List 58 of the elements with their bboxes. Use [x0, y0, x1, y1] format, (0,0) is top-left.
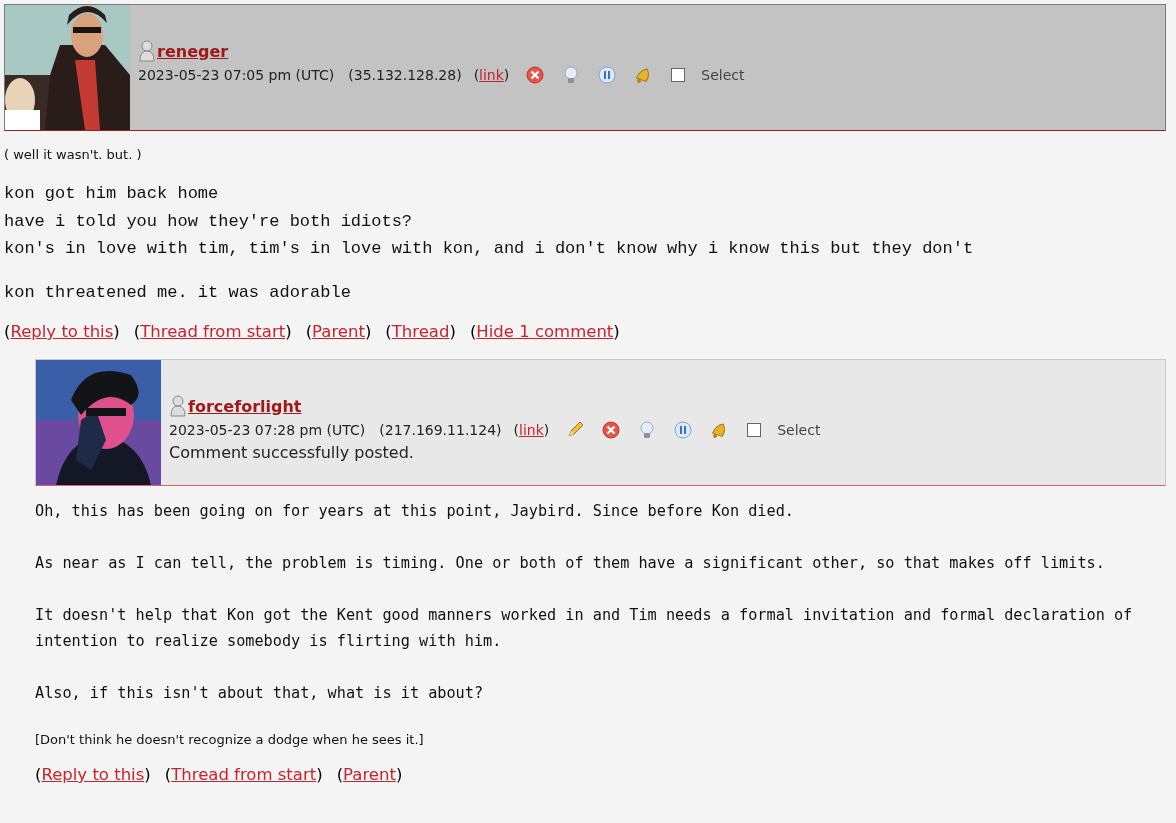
- select-checkbox[interactable]: [671, 68, 686, 82]
- comment-line: have i told you how they're both idiots?: [4, 210, 414, 233]
- comment-line: kon threatened me. it was adorable: [4, 281, 352, 304]
- select-label: Select: [777, 422, 821, 438]
- parenthesis: (: [35, 765, 42, 784]
- link[interactable]: link: [519, 422, 544, 438]
- parenthesis: ): [113, 322, 120, 341]
- parenthesis: (: [473, 67, 480, 83]
- link[interactable]: Reply to this: [10, 322, 114, 341]
- parenthesis: ): [364, 322, 372, 341]
- username-link[interactable]: reneger: [157, 41, 229, 61]
- comment-paragraph: It doesn't help that Kon got the Kent good manners worked in and Tim needs a formal invitation and formal declaration of intention to realize somebody is flirting with him.: [35, 605, 1134, 652]
- comment-paragraph: Oh, this has been going on for years at this point, Jaybird. Since before Kon died.: [35, 501, 795, 522]
- link[interactable]: Reply to this: [41, 765, 145, 784]
- delete-icon[interactable]: [601, 420, 622, 440]
- parenthesis: (: [4, 322, 11, 341]
- select-checkbox[interactable]: [747, 423, 762, 437]
- status-message: Comment successfully posted.: [169, 443, 415, 462]
- link[interactable]: Thread: [391, 322, 450, 341]
- ip-address: (217.169.11.124): [379, 422, 502, 438]
- parenthesis: ): [395, 765, 403, 784]
- username-link[interactable]: forceforlight: [188, 396, 302, 416]
- link[interactable]: Hide 1 comment: [476, 322, 614, 341]
- delete-icon[interactable]: [525, 65, 546, 85]
- parenthesis: ): [449, 322, 456, 341]
- comment-text: [Don't think he doesn't recognize a dodge when he sees it.]: [35, 732, 425, 747]
- parenthesis: (: [513, 422, 519, 438]
- comment-line: kon's in love with tim, tim's in love with kon, and i don't know why i know this but they don't: [4, 238, 975, 260]
- parenthesis: (: [336, 765, 344, 784]
- select-label: Select: [701, 67, 745, 83]
- link[interactable]: Parent: [312, 322, 365, 341]
- pencil-icon[interactable]: [565, 420, 586, 440]
- pause-icon[interactable]: [673, 420, 694, 440]
- pause-icon[interactable]: [597, 65, 618, 85]
- comment-paragraph: Also, if this isn't about that, what is it about?: [35, 683, 485, 704]
- comment-paragraph: As near as I can tell, the problem is timing. One or both of them have a significant other, so that makes off limits.: [35, 553, 1106, 574]
- parenthesis: (: [385, 322, 392, 341]
- link[interactable]: Thread from start: [171, 765, 317, 784]
- comment-date: 2023-05-23 07:28 pm (UTC): [169, 422, 366, 438]
- user-icon: [169, 395, 187, 417]
- parenthesis: (: [133, 322, 141, 341]
- parenthesis: ): [503, 67, 510, 83]
- parenthesis: ): [613, 322, 620, 341]
- parenthesis: ): [316, 765, 323, 784]
- ip-address: (35.132.128.28): [348, 67, 462, 83]
- parenthesis: (: [164, 765, 172, 784]
- parenthesis: (: [469, 322, 477, 341]
- comment-line: kon got him back home: [4, 183, 220, 205]
- comment-date: 2023-05-23 07:05 pm (UTC): [138, 67, 335, 83]
- link[interactable]: Parent: [343, 765, 396, 784]
- comment-text: ( well it wasn't. but. ): [4, 147, 143, 162]
- parenthesis: ): [285, 322, 292, 341]
- parenthesis: ): [144, 765, 151, 784]
- link[interactable]: Thread from start: [140, 322, 286, 341]
- parenthesis: (: [305, 322, 313, 341]
- parenthesis: ): [543, 422, 550, 438]
- user-icon: [138, 40, 156, 62]
- link[interactable]: link: [479, 67, 504, 83]
